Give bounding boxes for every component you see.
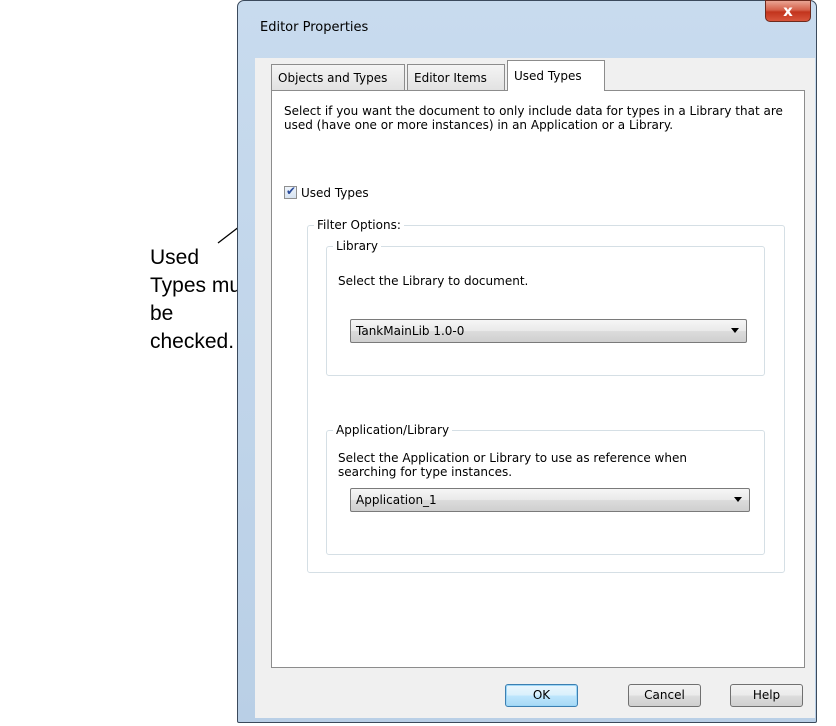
library-instruction: Select the Library to document. [338,274,529,288]
tab-used-types[interactable]: Used Types [507,60,605,91]
checkmark-icon: ✔ [286,184,297,198]
close-icon: x [783,2,793,20]
help-button[interactable]: Help [730,684,803,707]
chevron-down-icon [731,328,739,333]
window-title: Editor Properties [260,20,369,35]
filter-options-group: Filter Options: Library Select the Libra… [307,218,785,573]
chevron-down-icon [734,497,742,502]
application-library-dropdown[interactable]: Application_1 [350,488,750,512]
application-library-dropdown-value: Application_1 [356,493,437,507]
tab-objects-and-types[interactable]: Objects and Types [271,64,405,90]
library-dropdown[interactable]: TankMainLib 1.0-0 [350,319,747,343]
ok-button[interactable]: OK [505,684,578,707]
close-button[interactable]: x [765,0,811,22]
help-button-label: Help [752,688,781,702]
application-library-group: Application/Library Select the Applicati… [326,423,765,555]
application-library-instruction: Select the Application or Library to use… [338,451,687,479]
tab-editor-items[interactable]: Editor Items [407,64,505,90]
ok-button-label: OK [532,688,551,702]
tab-label: Objects and Types [278,71,388,85]
used-types-checkbox[interactable]: ✔ [284,184,297,199]
library-group: Library Select the Library to document. … [326,239,765,376]
used-types-panel: Select if you want the document to only … [271,90,805,668]
library-dropdown-value: TankMainLib 1.0-0 [356,324,465,338]
title-bar[interactable]: Editor Properties x [238,0,816,59]
library-legend: Library [333,239,381,253]
cancel-button[interactable]: Cancel [628,684,701,707]
description-text: Select if you want the document to only … [284,104,783,132]
application-library-legend: Application/Library [333,423,453,437]
used-types-checkbox-label[interactable]: Used Types [301,186,369,200]
editor-properties-window: Editor Properties x Objects and Types Ed… [237,0,817,723]
filter-options-legend: Filter Options: [314,218,404,232]
cancel-button-label: Cancel [644,688,685,702]
dialog-client-area: Objects and Types Editor Items Used Type… [255,58,815,718]
tab-label: Used Types [514,69,582,83]
tab-label: Editor Items [414,71,487,85]
